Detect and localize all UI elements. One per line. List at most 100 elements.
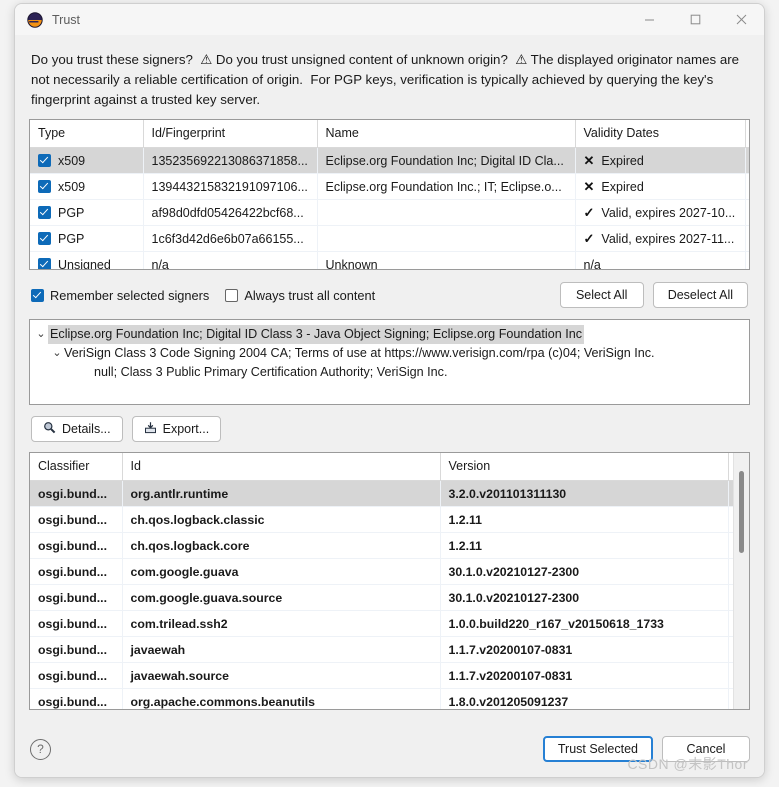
- cell-classifier: osgi.bund...: [30, 662, 123, 689]
- deselect-all-button[interactable]: Deselect All: [652, 282, 748, 308]
- signer-type-label: x509: [58, 153, 86, 168]
- table-row[interactable]: osgi.bund... javaewah 1.1.7.v20200107-0831: [30, 636, 749, 663]
- cell-id: org.antlr.runtime: [122, 480, 441, 507]
- window-title: Trust: [52, 12, 81, 27]
- cell-id: ch.qos.logback.core: [122, 532, 441, 559]
- row-checkbox[interactable]: [38, 180, 51, 193]
- table-row[interactable]: osgi.bund... com.google.guava.source 30.1.…: [30, 584, 749, 611]
- column-header-id[interactable]: Id: [122, 453, 441, 481]
- cell-id: com.google.guava: [122, 558, 441, 585]
- cell-id: com.google.guava.source: [122, 584, 441, 611]
- validity-label: Valid, expires 2027-11...: [601, 231, 735, 246]
- cell-id: ch.qos.logback.classic: [122, 506, 441, 533]
- signer-type-label: x509: [58, 179, 86, 194]
- row-checkbox[interactable]: [38, 232, 51, 245]
- cell-gutter: [745, 251, 749, 269]
- column-header-classifier[interactable]: Classifier: [30, 453, 123, 481]
- x-icon: ✕: [583, 152, 595, 168]
- scrollbar-thumb[interactable]: [739, 471, 744, 553]
- row-checkbox[interactable]: [38, 154, 51, 167]
- table-row[interactable]: PGP af98d0dfd05426422bcf68... ✓ Valid, expi…: [30, 199, 749, 226]
- column-header-validity[interactable]: Validity Dates: [575, 120, 746, 148]
- cell-classifier: osgi.bund...: [30, 506, 123, 533]
- remember-signers-checkbox[interactable]: Remember selected signers: [31, 288, 209, 303]
- cell-version: 1.2.11: [440, 506, 729, 533]
- details-button-label: Details...: [62, 422, 111, 436]
- check-icon: ✓: [583, 204, 595, 220]
- cell-type: x509: [30, 147, 144, 174]
- cell-type: PGP: [30, 225, 144, 252]
- column-header-type[interactable]: Type: [30, 120, 144, 148]
- table-row[interactable]: x509 139443215832191097106... Eclipse.org …: [30, 173, 749, 200]
- table-row[interactable]: osgi.bund... com.trilead.ssh2 1.0.0.build2…: [30, 610, 749, 637]
- table-row[interactable]: Unsigned n/a Unknown n/a: [30, 251, 749, 270]
- chevron-down-icon[interactable]: ⌄: [50, 344, 64, 363]
- signers-grid: Type Id/Fingerprint Name Validity Dates …: [30, 120, 749, 270]
- tree-node[interactable]: ⌄ Eclipse.org Foundation Inc; Digital ID …: [34, 325, 745, 344]
- cell-classifier: osgi.bund...: [30, 532, 123, 559]
- table-row[interactable]: osgi.bund... javaewah.source 1.1.7.v202001…: [30, 662, 749, 689]
- certificate-chain-tree[interactable]: ⌄ Eclipse.org Foundation Inc; Digital ID …: [29, 319, 750, 405]
- cell-validity: n/a: [575, 251, 746, 270]
- watermark: CSDN @末影Thor: [627, 756, 748, 772]
- tree-node[interactable]: ⌄ VeriSign Class 3 Code Signing 2004 CA; …: [34, 344, 745, 363]
- help-icon[interactable]: ?: [30, 738, 51, 760]
- row-checkbox[interactable]: [38, 206, 51, 219]
- table-row[interactable]: osgi.bund... org.antlr.runtime 3.2.0.v2011…: [30, 480, 749, 507]
- cell-classifier: osgi.bund...: [30, 480, 123, 507]
- signers-header-row: Type Id/Fingerprint Name Validity Dates: [30, 120, 749, 148]
- cell-id: javaewah.source: [122, 662, 441, 689]
- cell-gutter: [745, 173, 749, 200]
- tree-node-label: null; Class 3 Public Primary Certificati…: [94, 365, 448, 379]
- signer-type-label: PGP: [58, 205, 85, 220]
- tree-node[interactable]: null; Class 3 Public Primary Certificati…: [34, 363, 745, 382]
- cell-fingerprint: af98d0dfd05426422bcf68...: [143, 199, 318, 226]
- always-trust-label: Always trust all content: [244, 287, 376, 303]
- column-header-name[interactable]: Name: [317, 120, 576, 148]
- cell-fingerprint: 1c6f3d42d6e6b07a66155...: [143, 225, 318, 252]
- cell-classifier: osgi.bund...: [30, 610, 123, 637]
- details-button[interactable]: Details...: [31, 416, 123, 442]
- cell-fingerprint: n/a: [143, 251, 318, 269]
- cell-id: org.apache.commons.beanutils: [122, 688, 441, 709]
- cell-validity: ✓ Valid, expires 2027-10...: [575, 199, 746, 226]
- select-all-button[interactable]: Select All: [559, 282, 644, 308]
- cell-type: Unsigned: [30, 251, 144, 269]
- validity-label: n/a: [583, 257, 601, 270]
- table-row[interactable]: osgi.bund... ch.qos.logback.core 1.2.11: [30, 532, 749, 559]
- always-trust-checkbox[interactable]: Always trust all content: [225, 288, 375, 303]
- validity-label: Valid, expires 2027-10...: [601, 205, 736, 220]
- chevron-down-icon[interactable]: ⌄: [34, 325, 48, 344]
- table-row[interactable]: osgi.bund... com.google.guava 30.1.0.v2021…: [30, 558, 749, 585]
- column-header-gutter: [745, 120, 749, 148]
- cell-version: 1.2.11: [440, 532, 729, 559]
- help-glyph: ?: [37, 742, 44, 756]
- row-checkbox[interactable]: [38, 258, 51, 269]
- table-row[interactable]: PGP 1c6f3d42d6e6b07a66155... ✓ Valid, expir…: [30, 225, 749, 252]
- table-row[interactable]: osgi.bund... org.apache.commons.beanutils…: [30, 688, 749, 709]
- dialog-body: Do you trust these signers? ⚠ Do you tru…: [15, 36, 764, 777]
- artifacts-table[interactable]: Classifier Id Version osgi.bund... org.an…: [29, 452, 750, 710]
- table-row[interactable]: x509 135235692213086371858... Eclipse.org …: [30, 147, 749, 174]
- validity-label: Expired: [601, 179, 644, 194]
- artifacts-grid: Classifier Id Version osgi.bund... org.an…: [30, 453, 749, 709]
- column-header-fingerprint[interactable]: Id/Fingerprint: [143, 120, 318, 148]
- cell-name: Eclipse.org Foundation Inc; Digital ID C…: [317, 147, 576, 174]
- maximize-button[interactable]: [672, 4, 718, 35]
- trust-dialog-window: Trust Do you trust these signers? ⚠ Do y…: [14, 3, 765, 778]
- signers-table[interactable]: Type Id/Fingerprint Name Validity Dates …: [29, 119, 750, 270]
- table-row[interactable]: osgi.bund... ch.qos.logback.classic 1.2.11: [30, 506, 749, 533]
- cell-gutter: [745, 199, 749, 226]
- export-icon: [144, 421, 157, 437]
- cell-type: PGP: [30, 199, 144, 226]
- cell-validity: ✕ Expired: [575, 173, 746, 200]
- title-bar: Trust: [15, 4, 764, 36]
- cell-validity: ✓ Valid, expires 2027-11...: [575, 225, 746, 252]
- checkbox-indicator: [225, 288, 239, 302]
- cell-version: 3.2.0.v201101311130: [440, 480, 729, 507]
- artifacts-scrollbar[interactable]: [733, 453, 749, 709]
- close-button[interactable]: [718, 4, 764, 35]
- minimize-button[interactable]: [626, 4, 672, 35]
- export-button[interactable]: Export...: [131, 416, 222, 442]
- column-header-version[interactable]: Version: [440, 453, 729, 481]
